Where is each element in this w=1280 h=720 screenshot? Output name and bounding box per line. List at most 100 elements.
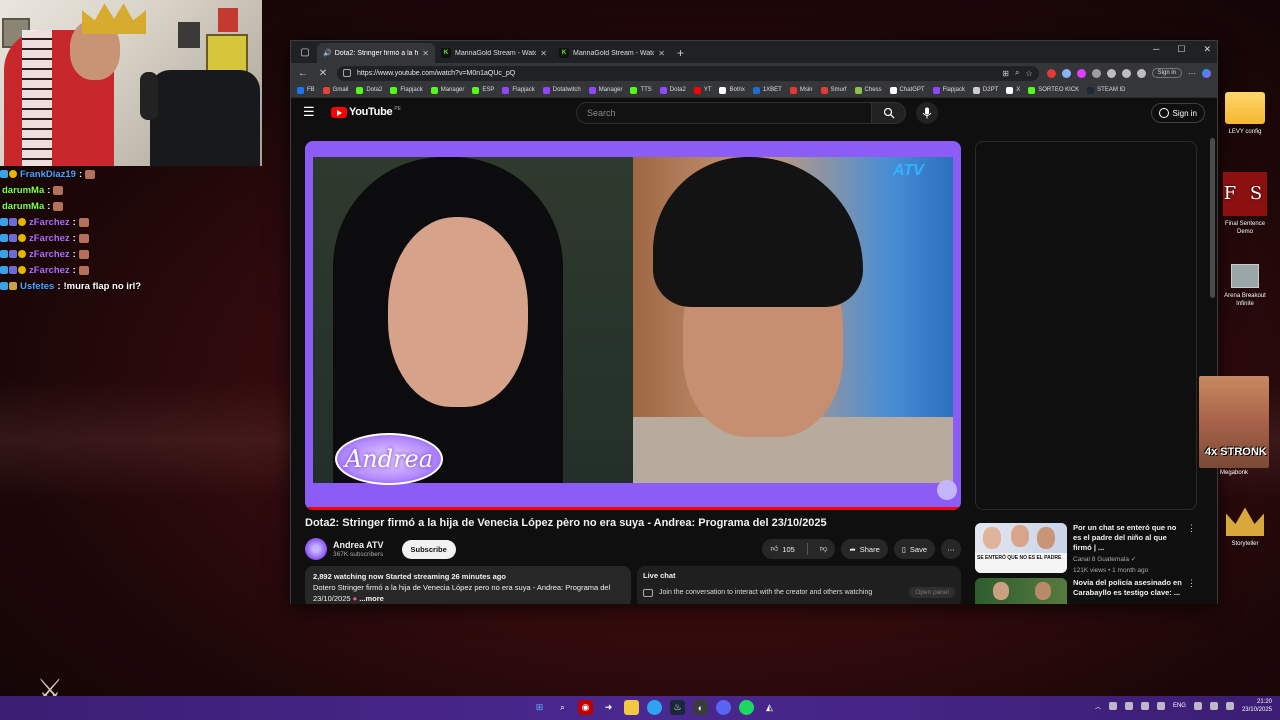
new-tab-icon[interactable]: +	[677, 46, 684, 60]
profile-signin-pill[interactable]: Sign in	[1151, 68, 1182, 78]
discord-icon[interactable]	[716, 700, 731, 715]
bookmark-item[interactable]: X	[1006, 86, 1020, 94]
network-icon[interactable]	[1193, 702, 1202, 710]
bookmark-star-icon[interactable]: ☆	[1025, 69, 1032, 78]
bookmark-item[interactable]: TTS	[630, 86, 652, 94]
stop-loading-icon[interactable]: ✕	[317, 68, 329, 79]
browser-menu-icon[interactable]: ⋯	[1188, 69, 1196, 78]
voice-search-button[interactable]	[916, 102, 938, 124]
desktop-icon-storyteller[interactable]: Storyteller	[1219, 506, 1271, 548]
tray-icon[interactable]	[1108, 702, 1117, 710]
battery-icon[interactable]	[1225, 702, 1234, 710]
obs-icon[interactable]: ◐	[693, 700, 708, 715]
bookmark-item[interactable]: Botrix	[719, 86, 745, 94]
file-explorer-icon[interactable]	[624, 700, 639, 715]
chat-username[interactable]: zFarchez	[29, 265, 70, 276]
bookmark-item[interactable]: Flapjack	[932, 86, 965, 94]
bookmark-item[interactable]: Dota2	[659, 86, 686, 94]
tab-kick-stream-2[interactable]: K MarinaGold Stream - Watch Live ✕	[553, 43, 671, 63]
bookmark-item[interactable]: D2PT	[972, 86, 998, 94]
bookmark-item[interactable]: Msin	[789, 86, 813, 94]
dota-icon[interactable]: ◉	[578, 700, 593, 715]
youtube-signin-button[interactable]: Sign in	[1150, 103, 1205, 123]
bookmark-item[interactable]: Chess	[854, 86, 882, 94]
save-button[interactable]: ▯ Save	[893, 539, 935, 559]
back-icon[interactable]: ←	[297, 68, 309, 79]
subscribe-button[interactable]: Subscribe	[401, 539, 456, 559]
tray-icon[interactable]	[1124, 702, 1133, 710]
app-icon[interactable]: ◭	[762, 700, 777, 715]
edge-icon[interactable]	[647, 700, 662, 715]
maximize-icon[interactable]: ☐	[1177, 44, 1185, 55]
hamburger-menu-icon[interactable]: ☰	[303, 104, 319, 120]
close-window-icon[interactable]: ✕	[1203, 44, 1211, 55]
more-actions-button[interactable]: ⋯	[941, 539, 961, 559]
arrow-app-icon[interactable]: ➜	[601, 700, 616, 715]
chat-username[interactable]: zFarchez	[29, 249, 70, 260]
recommended-thumbnail[interactable]	[975, 578, 1067, 604]
bookmark-item[interactable]: ChatGPT	[889, 86, 925, 94]
chat-username[interactable]: FrankDiaz19	[20, 169, 76, 180]
bookmark-item[interactable]: SORTEO KICK	[1028, 86, 1079, 94]
bookmark-item[interactable]: YT	[693, 86, 711, 94]
desktop-icon-final-sentence[interactable]: F S Final Sentence Demo	[1219, 172, 1271, 236]
video-progress-bar[interactable]	[305, 507, 961, 510]
extension-icon[interactable]	[1046, 68, 1056, 78]
more-link[interactable]: ...more	[359, 594, 384, 603]
bookmark-item[interactable]: Manager	[588, 86, 622, 94]
windows-start-icon[interactable]: ⊞	[532, 700, 547, 715]
volume-icon[interactable]	[1209, 702, 1218, 710]
recommended-menu-icon[interactable]: ⋮	[1187, 578, 1196, 604]
install-app-icon[interactable]: ⊞	[1002, 69, 1009, 78]
close-tab-icon[interactable]: ✕	[422, 49, 429, 58]
search-icon[interactable]: ⌕	[555, 700, 570, 715]
video-player[interactable]: ATV Andrea	[305, 141, 961, 510]
tab-youtube-video[interactable]: 🔊 Dota2: Stringer firmó a la hija ✕	[317, 43, 435, 110]
extension-icon[interactable]	[1061, 68, 1071, 78]
description-box[interactable]: 2,892 watching now Started streaming 26 …	[305, 566, 631, 604]
share-button[interactable]: ➦ Share	[841, 539, 888, 559]
bookmark-item[interactable]: Dotatwitch	[542, 86, 581, 94]
history-icon[interactable]	[1136, 68, 1146, 78]
close-tab-icon[interactable]: ✕	[658, 49, 665, 58]
recommended-menu-icon[interactable]: ⋮	[1187, 523, 1196, 573]
recommended-thumbnail[interactable]: SE ENTERÓ QUE NO ES EL PADRE	[975, 523, 1067, 573]
bookmark-item[interactable]: Flapjack	[390, 86, 423, 94]
desktop-icon-levy-config[interactable]: LEVY config	[1219, 92, 1271, 136]
bookmark-item[interactable]: 1XBET	[752, 86, 782, 94]
close-tab-icon[interactable]: ✕	[540, 49, 547, 58]
youtube-logo[interactable]: YouTube PE	[331, 106, 401, 118]
desktop-icon-megabonk[interactable]: 4x STRONK Megabonk	[1199, 376, 1269, 476]
search-input[interactable]: Search	[576, 102, 872, 124]
like-button[interactable]: 👍︎ 105	[762, 539, 802, 559]
extension-icon[interactable]	[1106, 68, 1116, 78]
tab-kick-stream[interactable]: K MarinaGold Stream - Watch Live ✕	[435, 43, 553, 63]
extension-icon[interactable]	[1091, 68, 1101, 78]
channel-avatar[interactable]	[305, 538, 327, 560]
language-indicator[interactable]: ENG	[1173, 703, 1186, 709]
recommended-video[interactable]: Novia del policía asesinado en Carabayll…	[975, 578, 1197, 604]
page-scrollbar[interactable]	[1210, 138, 1215, 298]
bookmark-item[interactable]: Flapjack	[502, 86, 535, 94]
bookmark-item[interactable]: ESP	[472, 86, 494, 94]
dislike-button[interactable]: 👎︎	[812, 539, 836, 559]
recommended-title[interactable]: Por un chat se enteró que no es el padre…	[1073, 523, 1185, 553]
bookmark-item[interactable]: Dota2	[356, 86, 382, 94]
speaker-icon[interactable]: 🔊	[323, 49, 332, 57]
extension-icon[interactable]	[1076, 68, 1086, 78]
bookmark-item[interactable]: Smurf	[820, 86, 847, 94]
chat-username[interactable]: zFarchez	[29, 233, 70, 244]
desktop-icon-arena-breakout[interactable]: Arena Breakout Infinite	[1219, 264, 1271, 308]
bookmark-item[interactable]: STEAM ID	[1087, 86, 1126, 94]
tab-search-icon[interactable]: ▢	[297, 44, 313, 60]
chat-username[interactable]: darumMa	[2, 185, 44, 196]
tray-icon[interactable]	[1140, 702, 1149, 710]
address-bar[interactable]: https://www.youtube.com/watch?v=M0n1aQUc…	[337, 65, 1039, 81]
spotify-icon[interactable]	[739, 700, 754, 715]
puzzle-icon[interactable]	[1121, 68, 1131, 78]
bookmark-item[interactable]: FB	[297, 86, 315, 94]
recommended-video[interactable]: SE ENTERÓ QUE NO ES EL PADRE Por un chat…	[975, 523, 1197, 574]
bookmark-item[interactable]: Gmail	[322, 86, 348, 94]
minimize-icon[interactable]: ─	[1153, 44, 1159, 55]
tray-overflow-icon[interactable]: ︿	[1095, 702, 1101, 711]
